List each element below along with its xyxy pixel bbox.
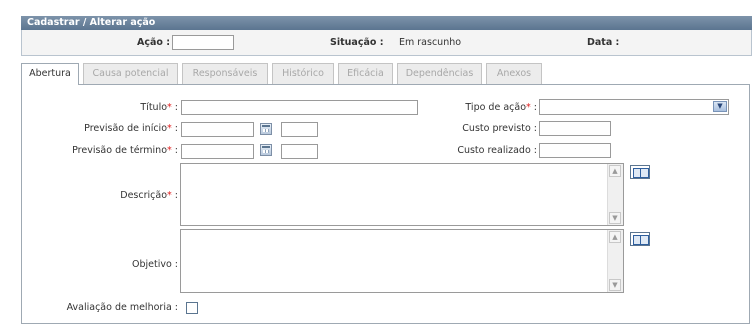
descricao-textarea[interactable]: ▲ ▼ — [180, 163, 624, 226]
tab-responsaveis[interactable]: Responsáveis — [182, 63, 268, 84]
tab-eficacia[interactable]: Eficácia — [338, 63, 393, 84]
chevron-down-icon[interactable]: ▼ — [713, 101, 727, 112]
tab-anexos[interactable]: Anexos — [486, 63, 542, 84]
form-title: Cadastrar / Alterar ação — [21, 16, 752, 30]
acao-field[interactable] — [172, 35, 234, 50]
titulo-input[interactable] — [181, 100, 418, 115]
required-asterisk: * — [167, 123, 172, 134]
tab-causa-potencial[interactable]: Causa potencial — [83, 63, 178, 84]
required-asterisk: * — [167, 145, 172, 156]
titulo-label: Título* : — [140, 102, 178, 113]
situacao-label: Situação : — [330, 37, 384, 48]
scroll-down-icon[interactable]: ▼ — [609, 279, 621, 291]
scrollbar[interactable]: ▲ ▼ — [607, 230, 623, 292]
calendar-icon[interactable] — [260, 144, 272, 156]
previsao-inicio-label: Previsão de início* : — [84, 123, 178, 134]
data-label: Data : — [587, 37, 620, 48]
book-icon[interactable] — [630, 165, 650, 179]
descricao-label: Descrição* : — [120, 190, 178, 201]
situacao-value: Em rascunho — [399, 37, 462, 48]
tipo-acao-select[interactable]: ▼ — [539, 99, 729, 115]
scroll-up-icon[interactable]: ▲ — [609, 165, 621, 177]
scroll-down-icon[interactable]: ▼ — [609, 212, 621, 224]
custo-previsto-label: Custo previsto : — [462, 123, 537, 134]
scroll-up-icon[interactable]: ▲ — [609, 231, 621, 243]
previsao-inicio-date-input[interactable] — [181, 122, 254, 137]
previsao-inicio-time-input[interactable] — [281, 122, 318, 137]
scrollbar[interactable]: ▲ ▼ — [607, 164, 623, 225]
required-asterisk: * — [526, 102, 531, 113]
required-asterisk: * — [167, 190, 172, 201]
form-header — [21, 30, 752, 56]
custo-realizado-label: Custo realizado : — [457, 145, 537, 156]
acao-label: Ação : — [137, 37, 171, 48]
tab-abertura[interactable]: Abertura — [21, 63, 79, 85]
previsao-termino-label: Previsão de término* : — [72, 145, 178, 156]
book-icon[interactable] — [630, 232, 650, 246]
tab-dependencias[interactable]: Dependências — [397, 63, 482, 84]
custo-previsto-input[interactable] — [539, 121, 611, 136]
avaliacao-label: Avaliação de melhoria : — [66, 302, 178, 313]
tab-historico[interactable]: Histórico — [272, 63, 334, 84]
previsao-termino-date-input[interactable] — [181, 144, 254, 159]
calendar-icon[interactable] — [260, 123, 272, 135]
avaliacao-checkbox[interactable] — [186, 302, 198, 314]
custo-realizado-input[interactable] — [539, 143, 611, 158]
objetivo-textarea[interactable]: ▲ ▼ — [180, 229, 624, 293]
required-asterisk: * — [167, 102, 172, 113]
objetivo-label: Objetivo : — [131, 259, 178, 270]
previsao-termino-time-input[interactable] — [281, 144, 318, 159]
tipo-acao-label: Tipo de ação* : — [465, 102, 537, 113]
